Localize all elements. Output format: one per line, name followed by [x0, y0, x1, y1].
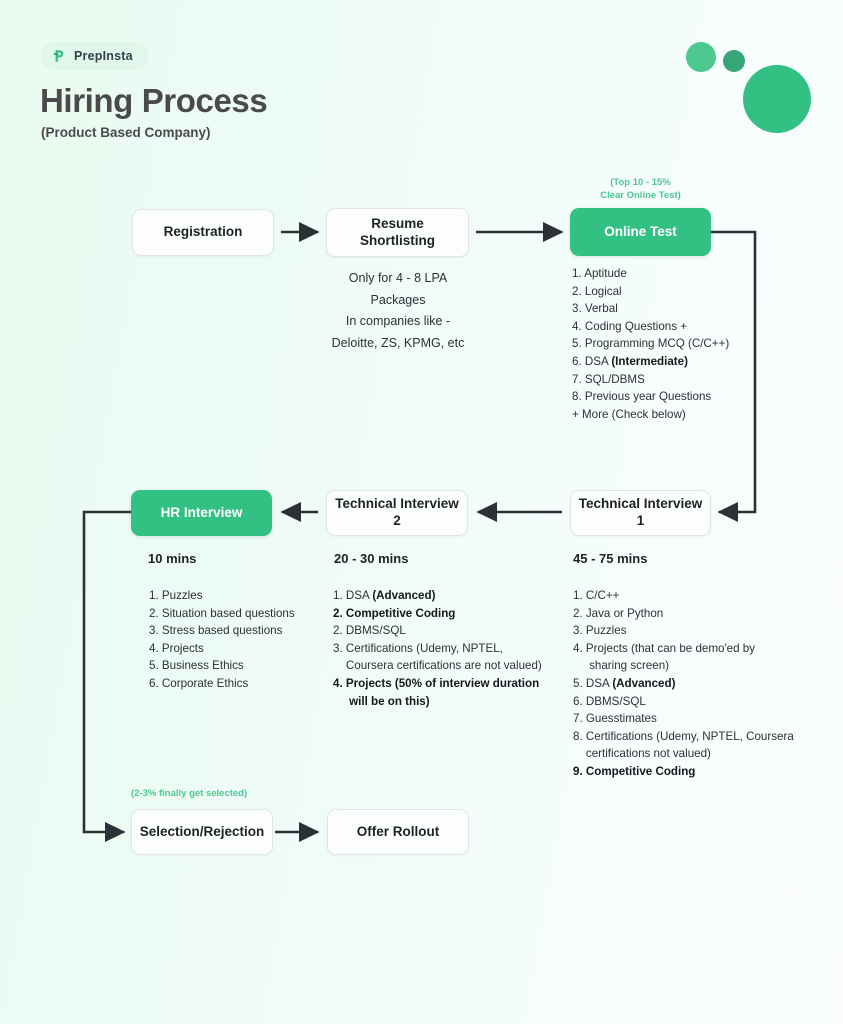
diagram-canvas: PrepInsta Hiring Process (Product Based … [0, 0, 843, 1024]
node-online-test[interactable]: Online Test [570, 208, 711, 256]
list-item: 6. Corporate Ethics [149, 677, 249, 691]
list-item: 4. Projects (50% of interview duration w… [333, 677, 540, 708]
list-item: 1. Puzzles [149, 589, 203, 602]
list-item: 8. Previous year Questions [572, 390, 712, 404]
list-item: 2. DBMS/SQL [333, 624, 406, 638]
list-hr-interview: 1. Puzzles 2. Situation based questions 3.… [149, 587, 349, 693]
arrow-hr-to-selection [82, 510, 131, 843]
node-registration[interactable]: Registration [132, 209, 274, 256]
node-technical-interview-1-label: Technical Interview 1 [578, 496, 703, 528]
node-offer-rollout[interactable]: Offer Rollout [327, 809, 469, 855]
list-item: 4. Projects (that can be demo'ed by shar… [573, 641, 756, 673]
list-item: 1. DSA (Advanced) [333, 589, 436, 602]
node-resume-shortlisting[interactable]: Resume Shortlisting [326, 208, 469, 257]
list-item: 5. Business Ethics [149, 659, 244, 673]
node-selection-rejection-label: Selection/Rejection [139, 823, 265, 839]
list-item: 3. Stress based questions [149, 624, 283, 638]
note-resume-shortlisting: Only for 4 - 8 LPA Packages In companies… [331, 271, 465, 350]
list-item: 1. C/C++ [573, 589, 620, 602]
list-technical-interview-2: 1. DSA (Advanced) 2. Competitive Coding 2.… [333, 587, 563, 710]
duration-hr-interview: 10 mins [148, 551, 197, 566]
list-item: 9. Competitive Coding [573, 765, 696, 779]
node-technical-interview-2[interactable]: Technical Interview 2 [326, 490, 468, 536]
list-item: 2. Competitive Coding [333, 606, 456, 620]
node-hr-interview-label: HR Interview [160, 504, 243, 520]
duration-technical-interview-1: 45 - 75 mins [573, 551, 648, 566]
list-item: 1. Aptitude [572, 267, 627, 280]
list-item: 6. DSA (Intermediate) [572, 355, 688, 369]
list-item: 3. Certifications (Udemy, NPTEL, Courser… [333, 641, 542, 673]
list-item: 2. Logical [572, 284, 622, 298]
node-technical-interview-2-label: Technical Interview 2 [335, 496, 459, 528]
list-item: 3. Verbal [572, 302, 618, 316]
list-item: 4. Projects [149, 641, 204, 655]
node-technical-interview-1[interactable]: Technical Interview 1 [570, 490, 711, 536]
annotation-selection-rate: (2-3% finally get selected) [131, 788, 248, 799]
list-item: 6. DBMS/SQL [573, 694, 646, 708]
list-item: 7. Guesstimates [573, 712, 657, 726]
list-online-test: 1. Aptitude 2. Logical 3. Verbal 4. Coding … [572, 265, 802, 423]
node-hr-interview[interactable]: HR Interview [131, 490, 272, 536]
list-technical-interview-1: 1. C/C++ 2. Java or Python 3. Puzzles 4. Pr… [573, 587, 823, 781]
node-selection-rejection[interactable]: Selection/Rejection [131, 809, 273, 855]
node-registration-label: Registration [163, 224, 243, 240]
list-item: 5. DSA (Advanced) [573, 677, 676, 691]
list-item: 5. Programming MCQ (C/C++) [572, 337, 730, 351]
list-item: + More (Check below) [572, 407, 686, 421]
duration-technical-interview-2: 20 - 30 mins [334, 551, 409, 566]
list-item: 4. Coding Questions + [572, 319, 688, 333]
node-resume-shortlisting-label: Resume Shortlisting [360, 215, 435, 248]
list-item: 3. Puzzles [573, 624, 627, 638]
annotation-online-test-rate: (Top 10 - 15% Clear Online Test) [600, 177, 681, 201]
list-item: 2. Situation based questions [149, 606, 295, 620]
list-item: 8. Certifications (Udemy, NPTEL, Courser… [573, 729, 794, 761]
list-item: 7. SQL/DBMS [572, 372, 645, 386]
node-online-test-label: Online Test [604, 223, 677, 239]
node-offer-rollout-label: Offer Rollout [356, 823, 440, 839]
list-item: 2. Java or Python [573, 606, 664, 620]
